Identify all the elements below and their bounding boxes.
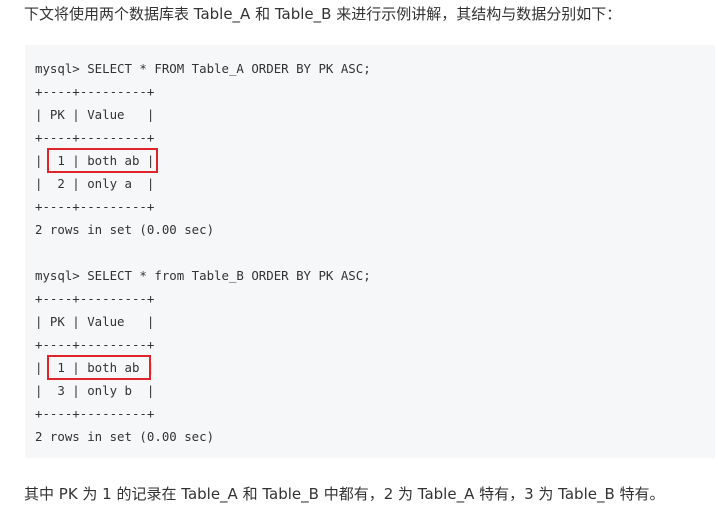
code-line-border: +----+---------+	[35, 199, 155, 214]
code-line-border: +----+---------+	[35, 406, 155, 421]
code-line-header: | PK | Value |	[35, 314, 155, 329]
code-line-border: +----+---------+	[35, 337, 155, 352]
code-line-query-b: mysql> SELECT * from Table_B ORDER BY PK…	[35, 268, 371, 283]
code-line-row-a-1: | 1 | both ab |	[35, 153, 155, 168]
code-block: mysql> SELECT * FROM Table_A ORDER BY PK…	[25, 45, 715, 458]
code-line-row-a-2: | 2 | only a |	[35, 176, 155, 191]
code-line-header: | PK | Value |	[35, 107, 155, 122]
code-line-rows-count-b: 2 rows in set (0.00 sec)	[35, 429, 215, 444]
code-line-border: +----+---------+	[35, 84, 155, 99]
code-line-row-b-1: | 1 | both ab |	[35, 360, 155, 375]
code-line-border: +----+---------+	[35, 291, 155, 306]
code-line-query-a: mysql> SELECT * FROM Table_A ORDER BY PK…	[35, 61, 371, 76]
summary-paragraph: 其中 PK 为 1 的记录在 Table_A 和 Table_B 中都有，2 为…	[24, 485, 665, 503]
code-line-border: +----+---------+	[35, 130, 155, 145]
code-line-row-b-2: | 3 | only b |	[35, 383, 155, 398]
intro-paragraph: 下文将使用两个数据库表 Table_A 和 Table_B 来进行示例讲解，其结…	[24, 5, 622, 23]
code-line-rows-count-a: 2 rows in set (0.00 sec)	[35, 222, 215, 237]
